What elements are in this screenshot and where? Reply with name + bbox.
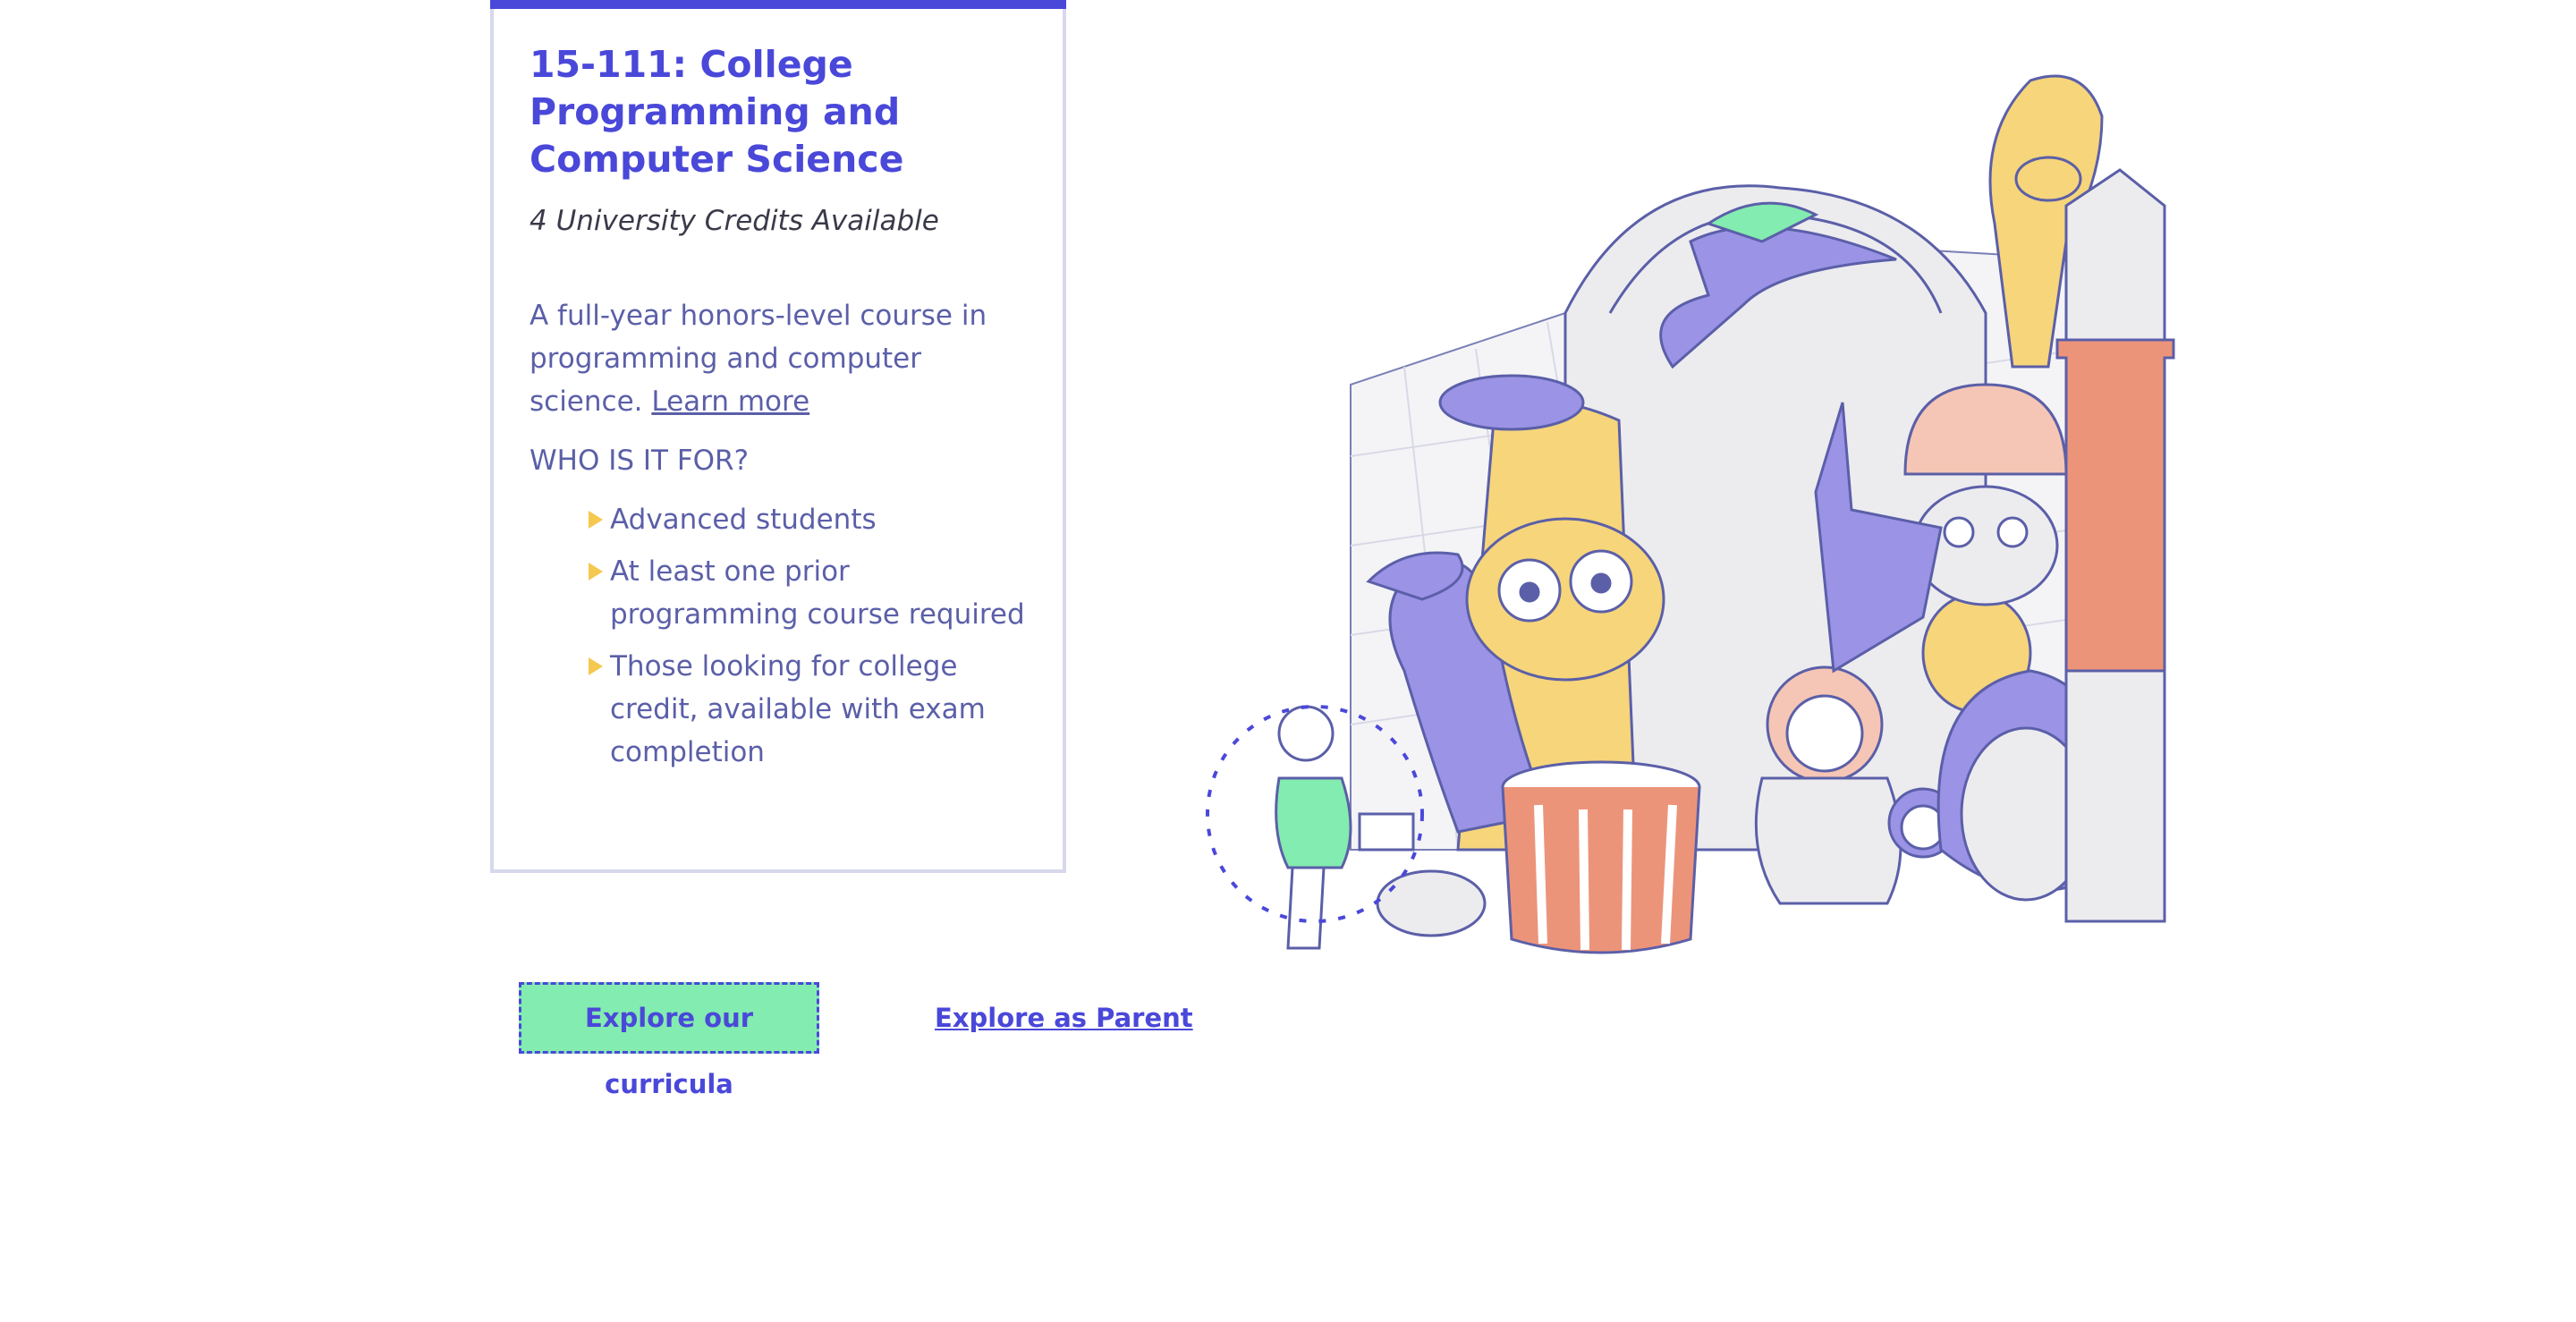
- triangle-bullet-icon: [589, 563, 603, 580]
- explore-as-parent-link[interactable]: Explore as Parent: [935, 1000, 1193, 1036]
- audience-heading: WHO IS IT FOR?: [530, 445, 750, 477]
- course-card: 15-111: College Programming and Computer…: [490, 0, 1066, 873]
- learn-more-link[interactable]: Learn more: [651, 386, 809, 418]
- audience-list: Advanced students At least one prior pro…: [530, 498, 1030, 774]
- audience-item-label: At least one prior programming course re…: [610, 555, 1025, 631]
- audience-item: At least one prior programming course re…: [589, 550, 1030, 636]
- audience-item: Advanced students: [589, 498, 1030, 541]
- credits-note: 4 University Credits Available: [530, 205, 939, 237]
- triangle-bullet-icon: [589, 657, 603, 675]
- audience-item: Those looking for college credit, availa…: [589, 645, 1030, 774]
- audience-item-label: Advanced students: [610, 504, 877, 536]
- course-card-content: 15-111: College Programming and Computer…: [530, 41, 1030, 783]
- explore-curricula-button[interactable]: Explore our curricula: [519, 982, 819, 1099]
- card-accent-bar: [490, 0, 1066, 9]
- characters-illustration: [1206, 74, 2175, 954]
- triangle-bullet-icon: [589, 511, 603, 529]
- course-title: 15-111: College Programming and Computer…: [530, 43, 904, 181]
- audience-item-label: Those looking for college credit, availa…: [610, 650, 986, 768]
- course-description: A full-year honors-level course in progr…: [530, 294, 1030, 423]
